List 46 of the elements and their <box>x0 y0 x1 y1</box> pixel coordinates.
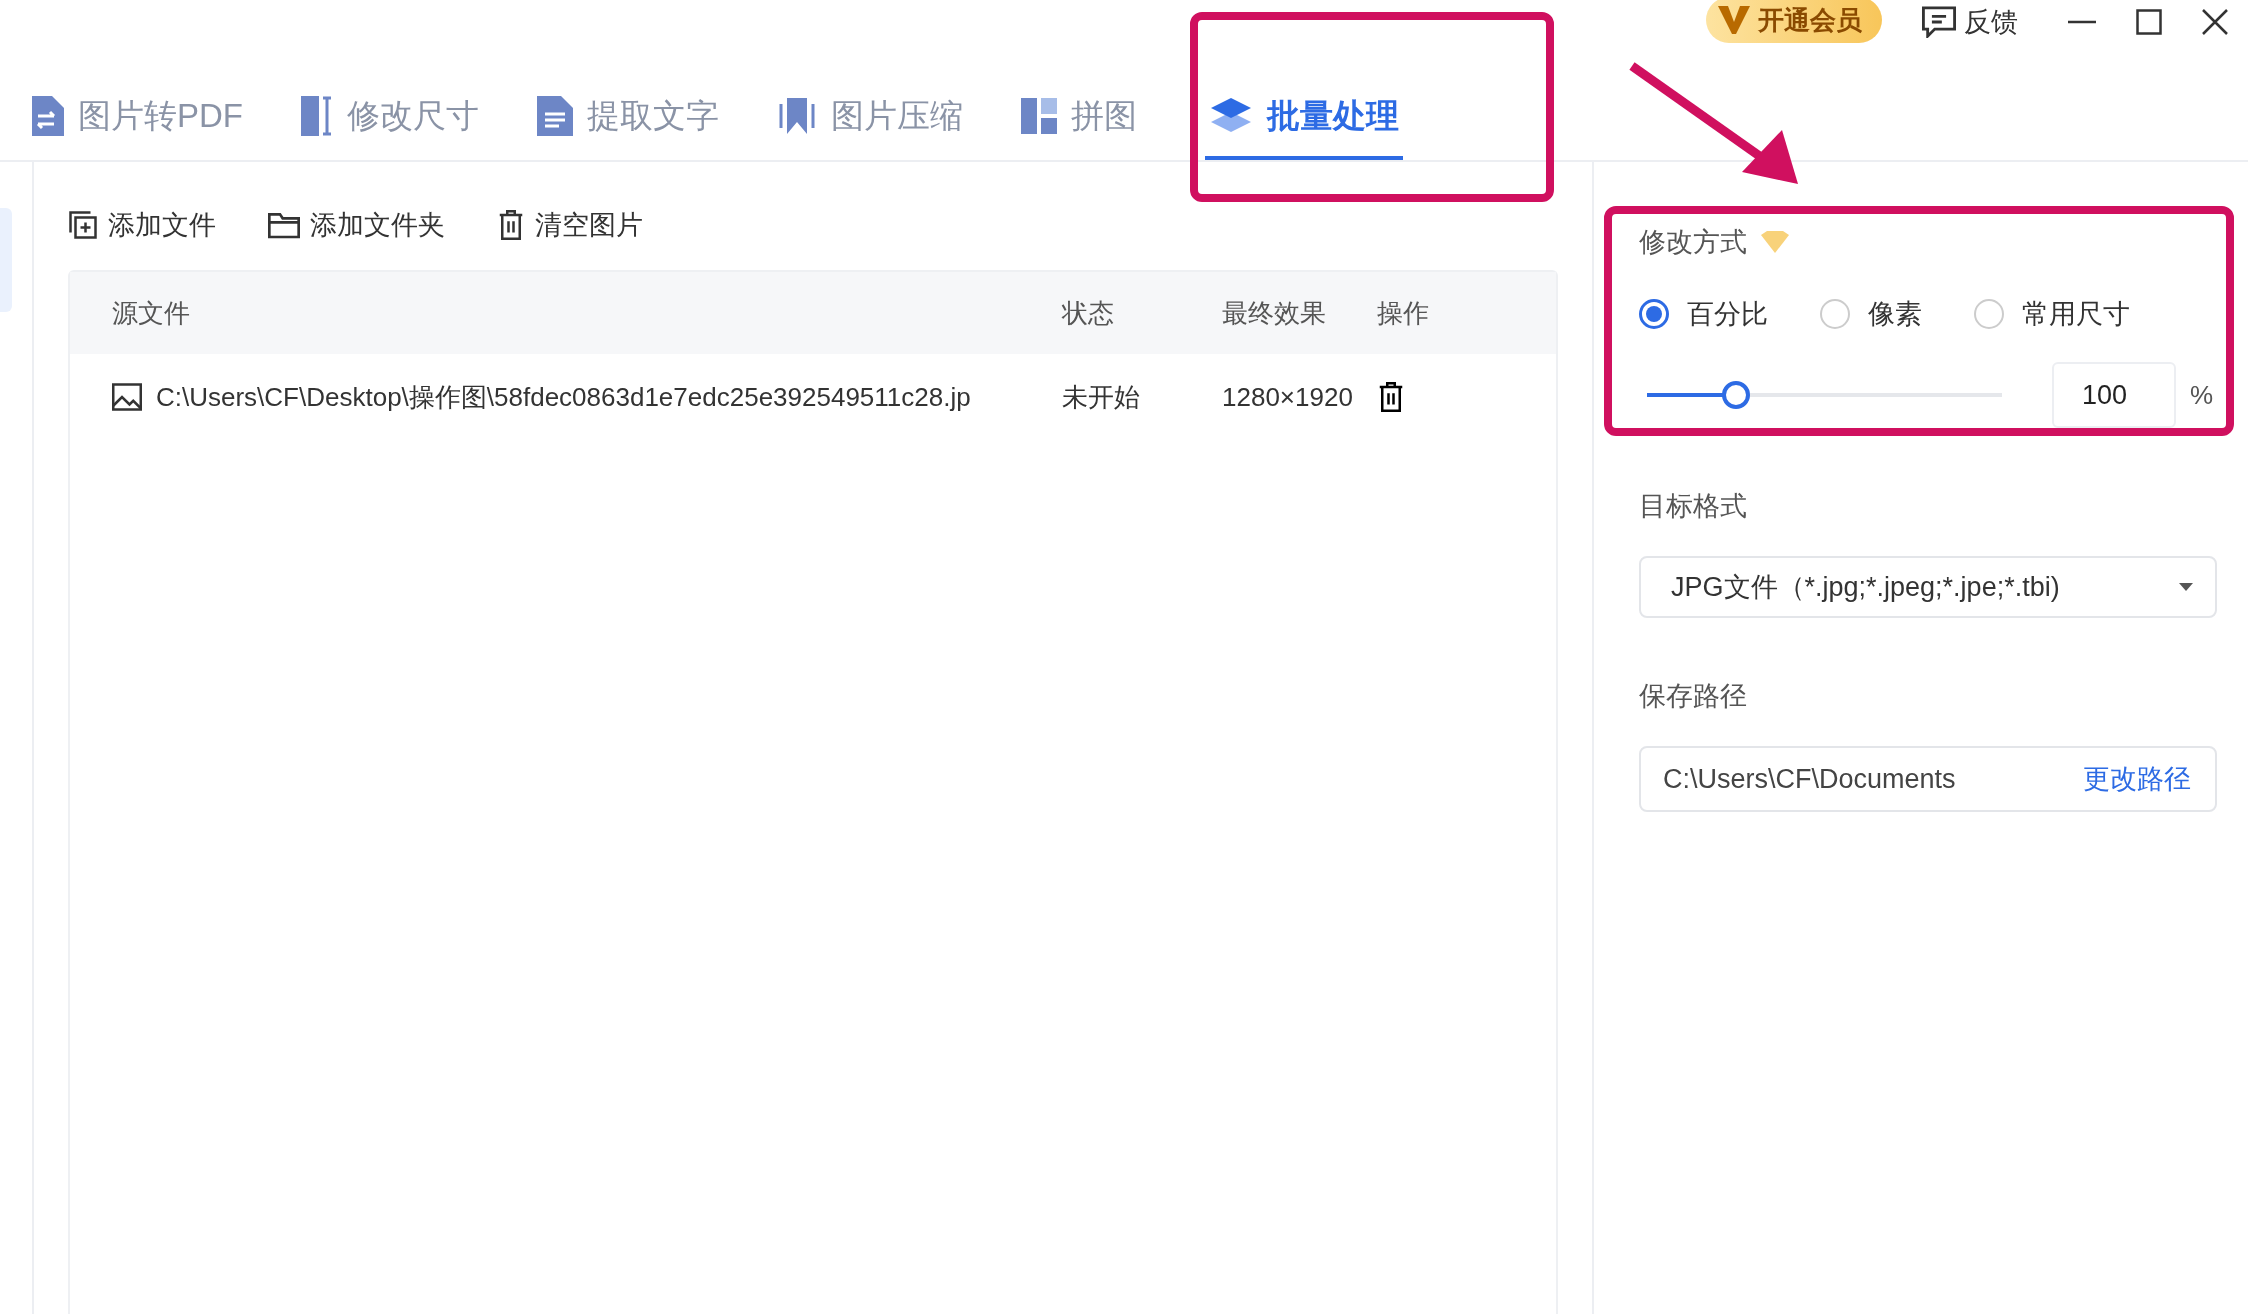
folder-icon <box>268 211 300 239</box>
unit-label: % <box>2190 379 2214 411</box>
tab[interactable]: 批量处理 <box>1205 76 1403 160</box>
minimize-button[interactable] <box>2068 20 2096 24</box>
column-header: 状态 <box>1062 296 1115 330</box>
minimize-icon <box>2068 20 2096 24</box>
format-dropdown[interactable]: JPG文件（*.jpg;*.jpeg;*.jpe;*.tbi) <box>1639 556 2217 618</box>
radio-option[interactable]: 百分比 <box>1639 296 1768 332</box>
toolbar-button[interactable]: 清空图片 <box>497 207 643 243</box>
trash-icon <box>1377 382 1405 412</box>
toolbar-button[interactable]: 添加文件夹 <box>268 207 445 243</box>
save-path-field[interactable]: C:\Users\CF\Documents 更改路径 <box>1639 746 2217 812</box>
radio-option[interactable]: 常用尺寸 <box>1974 296 2130 332</box>
section-label: 修改方式 <box>1639 224 2248 260</box>
column-header: 操作 <box>1377 296 1430 330</box>
caret-icon <box>2179 583 2193 591</box>
compress-icon <box>777 96 817 136</box>
file-path: C:\Users\CF\Desktop\操作图\58fdec0863d1e7edc25e392549511c28.jp <box>156 380 971 414</box>
column-header: 最终效果 <box>1222 296 1327 330</box>
close-icon <box>2202 9 2228 35</box>
feedback-button[interactable]: 反馈 <box>1922 4 2018 40</box>
v-badge-icon <box>1718 6 1750 34</box>
chat-icon <box>1922 6 1956 38</box>
trash-icon <box>497 210 525 240</box>
result-cell-text: 1280×1920 <box>1222 381 1354 413</box>
status-cell-text: 未开始 <box>1062 380 1141 414</box>
section-label: 保存路径 <box>1639 680 1748 713</box>
maximize-button[interactable] <box>2136 9 2162 35</box>
path-text: C:\Users\CF\Documents <box>1663 763 1956 795</box>
add-file-icon <box>68 210 98 240</box>
vip-button[interactable]: 开通会员 <box>1706 0 1882 43</box>
vip-heart-icon <box>1761 231 1789 253</box>
close-button[interactable] <box>2202 9 2228 35</box>
image-icon <box>112 383 142 411</box>
maximize-icon <box>2136 9 2162 35</box>
slider-thumb[interactable] <box>1721 381 1750 409</box>
text-file-icon <box>537 96 573 136</box>
grid-icon <box>1021 98 1057 134</box>
column-header: 源文件 <box>112 296 191 330</box>
toolbar-button[interactable]: 添加文件 <box>68 207 216 243</box>
section-label: 目标格式 <box>1639 490 1748 523</box>
change-path-link[interactable]: 更改路径 <box>2083 761 2191 797</box>
radio-option[interactable]: 像素 <box>1820 296 1922 332</box>
radio-button[interactable] <box>1639 299 1669 329</box>
percent-input[interactable]: 100 <box>2052 362 2176 428</box>
ruler-icon <box>301 96 333 136</box>
